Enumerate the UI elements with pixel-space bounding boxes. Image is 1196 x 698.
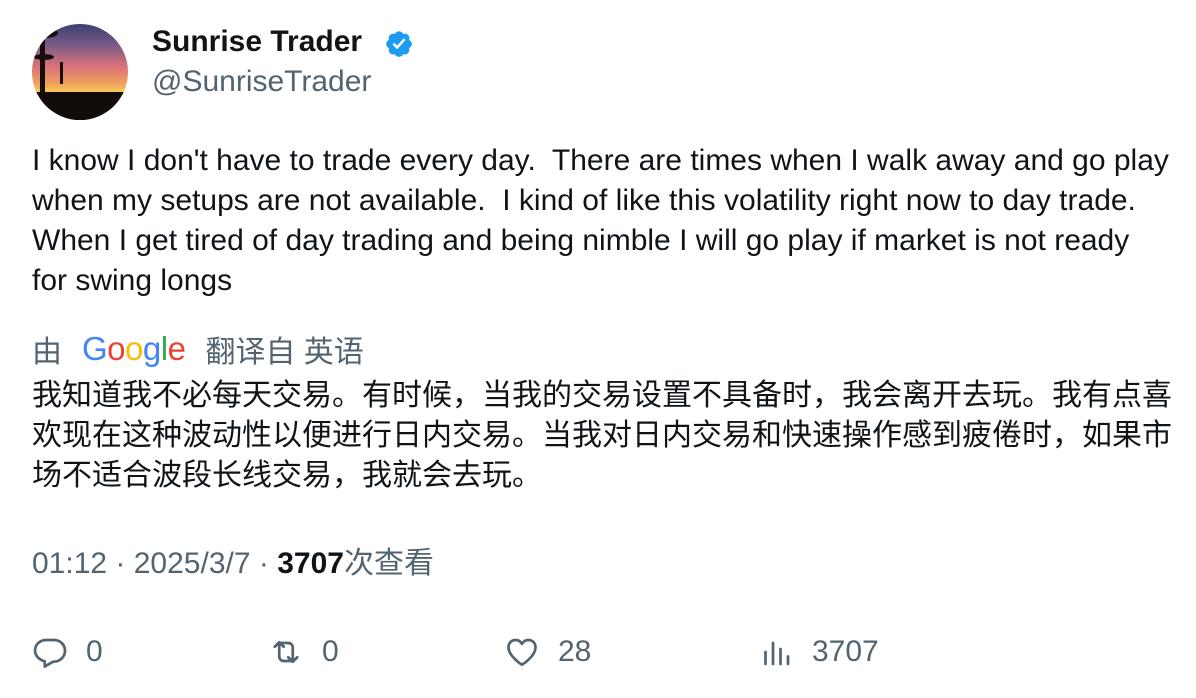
meta-separator: · (258, 547, 278, 580)
retweet-button[interactable]: 0 (268, 628, 339, 676)
retweet-count: 0 (322, 635, 339, 668)
action-bar: 0 0 28 3707 (32, 628, 1172, 676)
analytics-icon (764, 641, 790, 666)
display-name[interactable]: Sunrise Trader (152, 22, 362, 62)
user-handle[interactable]: @SunriseTrader (152, 62, 371, 102)
google-logo: Google (82, 330, 186, 367)
retweet-icon (273, 640, 299, 664)
avatar[interactable] (32, 24, 128, 120)
views-count: 3707 (277, 547, 344, 580)
translation-prefix: 由 (32, 336, 62, 369)
translated-text: 我知道我不必每天交易。有时候，当我的交易设置不具备时，我会离开去玩。我有点喜欢现… (32, 379, 1172, 492)
reply-icon (33, 638, 67, 668)
reply-count: 0 (86, 635, 103, 668)
like-count: 28 (558, 635, 592, 668)
tweet-meta: 01:12 · 2025/3/7 · 3707次查看 (32, 544, 434, 584)
views-label: 次查看 (343, 547, 434, 580)
translation-attribution: 由 Google 翻译自 英语 (32, 327, 364, 371)
tweet-date[interactable]: 2025/3/7 (134, 547, 251, 580)
tweet-text: I know I don't have to trade every day. … (32, 144, 1178, 297)
verified-badge-icon (386, 31, 412, 57)
reply-button[interactable]: 0 (32, 628, 103, 676)
views-action-count: 3707 (812, 635, 879, 668)
views-button[interactable]: 3707 (758, 628, 879, 676)
tweet-card: Sunrise Trader @SunriseTrader I know I d… (0, 0, 1196, 698)
meta-separator: · (115, 547, 134, 580)
translation-suffix: 翻译自 英语 (205, 336, 364, 369)
like-button[interactable]: 28 (504, 628, 591, 676)
tweet-time[interactable]: 01:12 (32, 547, 107, 580)
heart-icon (507, 638, 537, 667)
